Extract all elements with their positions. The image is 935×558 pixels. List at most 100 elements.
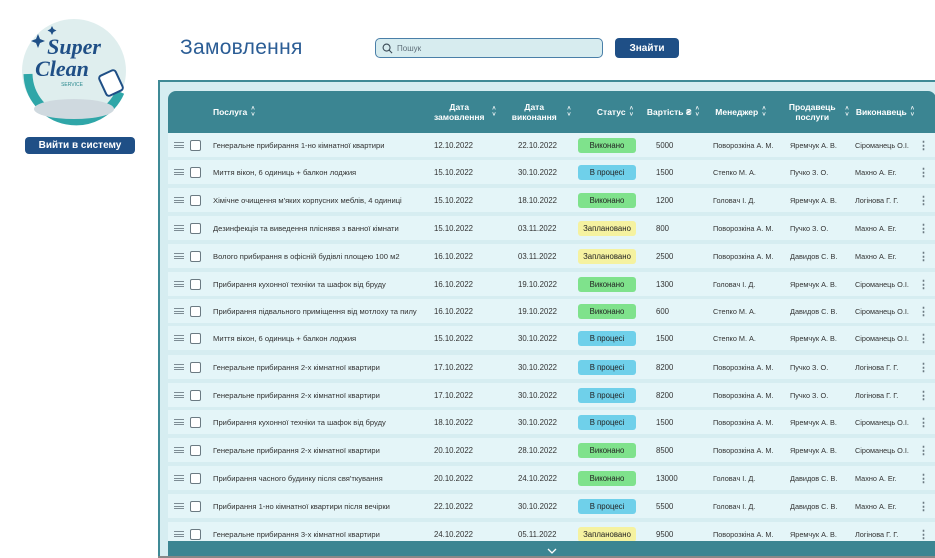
more-options-icon[interactable]: ⋮ xyxy=(918,494,929,518)
column-header-price[interactable]: Вартість ₴ ˄ ˅ xyxy=(643,91,703,133)
drag-handle-icon[interactable] xyxy=(174,438,184,462)
status-badge: В процесі xyxy=(578,414,636,430)
column-header-order-date[interactable]: Дата замовлення ˄ ˅ xyxy=(418,91,508,133)
cell-seller: Давидов С. В. xyxy=(790,473,838,483)
find-button[interactable]: Знайти xyxy=(615,38,679,58)
cell-seller: Яремчук А. В. xyxy=(790,140,837,150)
drag-handle-icon[interactable] xyxy=(174,383,184,407)
row-checkbox[interactable] xyxy=(190,299,201,323)
table-row[interactable]: Волого прибирання в офісній будівлі площ… xyxy=(168,244,935,268)
row-checkbox[interactable] xyxy=(190,160,201,184)
drag-handle-icon[interactable] xyxy=(174,299,184,323)
cell-executor: Махно А. Ег. xyxy=(855,223,897,233)
search-input[interactable] xyxy=(397,43,597,53)
row-checkbox[interactable] xyxy=(190,244,201,268)
sort-icon[interactable]: ˄ ˅ xyxy=(567,106,571,118)
table-row[interactable]: Дезинфекція та виведення пліснявя з ванн… xyxy=(168,216,935,240)
cell-manager: Степко М. А. xyxy=(713,167,756,177)
table-row[interactable]: Генеральне прибирання 2-х кімнатної квар… xyxy=(168,355,935,379)
drag-handle-icon[interactable] xyxy=(174,410,184,434)
status-cell: В процесі xyxy=(578,410,636,434)
row-checkbox[interactable] xyxy=(190,355,201,379)
more-options-icon[interactable]: ⋮ xyxy=(918,133,929,157)
sort-icon[interactable]: ˄ ˅ xyxy=(630,106,634,118)
more-options-icon[interactable]: ⋮ xyxy=(918,299,929,323)
table-row[interactable]: Хімічне очищення м'яких корпусних меблів… xyxy=(168,188,935,212)
cell-seller: Яремчук А. В. xyxy=(790,417,837,427)
row-checkbox[interactable] xyxy=(190,188,201,212)
search-field[interactable] xyxy=(375,38,603,58)
column-header-service[interactable]: Послуга ˄ ˅ xyxy=(213,91,423,133)
cell-manager: Степко М. А. xyxy=(713,306,756,316)
cell-seller: Давидов С. В. xyxy=(790,501,838,511)
column-header-done-date[interactable]: Дата виконання ˄ ˅ xyxy=(496,91,580,133)
cell-service: Генеральне прибирання 2-х кімнатної квар… xyxy=(213,390,380,400)
row-checkbox[interactable] xyxy=(190,410,201,434)
row-checkbox[interactable] xyxy=(190,272,201,296)
table-row[interactable]: Прибирання часного будинку після свя'тку… xyxy=(168,466,935,490)
more-options-icon[interactable]: ⋮ xyxy=(918,438,929,462)
drag-handle-icon[interactable] xyxy=(174,244,184,268)
cell-manager: Поворозкіна А. М. xyxy=(713,223,774,233)
sort-icon[interactable]: ˄ ˅ xyxy=(696,106,700,118)
more-options-icon[interactable]: ⋮ xyxy=(918,272,929,296)
drag-handle-icon[interactable] xyxy=(174,355,184,379)
column-header-label: Продавець послуги xyxy=(788,102,836,122)
drag-handle-icon[interactable] xyxy=(174,494,184,518)
row-checkbox[interactable] xyxy=(190,494,201,518)
table-row[interactable]: Генеральне прибирання 2-х кімнатної квар… xyxy=(168,438,935,462)
more-options-icon[interactable]: ⋮ xyxy=(918,188,929,212)
table-row[interactable]: Прибирання 1-но кімнатної квартири після… xyxy=(168,494,935,518)
row-checkbox[interactable] xyxy=(190,383,201,407)
table-row[interactable]: Миття вікон, 6 одиниць + балкон лоджия 15… xyxy=(168,326,935,350)
drag-handle-icon[interactable] xyxy=(174,466,184,490)
row-checkbox[interactable] xyxy=(190,466,201,490)
cell-price: 1500 xyxy=(656,167,674,177)
more-options-icon[interactable]: ⋮ xyxy=(918,355,929,379)
cell-manager: Поворозкіна А. М. xyxy=(713,417,774,427)
drag-handle-icon[interactable] xyxy=(174,160,184,184)
cell-executor: Сіроманець О.І. xyxy=(855,306,909,316)
more-options-icon[interactable]: ⋮ xyxy=(918,244,929,268)
orders-table-panel: Послуга ˄ ˅ Дата замовлення ˄ ˅ Дата виконання… xyxy=(158,80,935,558)
column-header-status[interactable]: Статус ˄ ˅ xyxy=(580,91,650,133)
more-options-icon[interactable]: ⋮ xyxy=(918,383,929,407)
row-checkbox[interactable] xyxy=(190,438,201,462)
status-badge: Заплановано xyxy=(578,526,636,542)
table-row[interactable]: Прибирання підвального приміщення від мо… xyxy=(168,299,935,323)
column-header-manager[interactable]: Менеджер ˄ ˅ xyxy=(703,91,778,133)
table-row[interactable]: Генеральне прибирання 2-х кімнатної квар… xyxy=(168,383,935,407)
table-row[interactable]: Генеральне прибирання 1-но кімнатної ква… xyxy=(168,133,935,157)
more-options-icon[interactable]: ⋮ xyxy=(918,160,929,184)
table-row[interactable]: Прибирання кухонної техніки та шафок від… xyxy=(168,410,935,434)
sort-icon[interactable]: ˄ ˅ xyxy=(251,106,255,118)
drag-handle-icon[interactable] xyxy=(174,188,184,212)
more-options-icon[interactable]: ⋮ xyxy=(918,216,929,240)
drag-handle-icon[interactable] xyxy=(174,272,184,296)
table-row[interactable]: Миття вікон, 6 одиниць + балкон лоджия 15… xyxy=(168,160,935,184)
row-checkbox[interactable] xyxy=(190,133,201,157)
column-header-executor[interactable]: Виконавець ˄ ˅ xyxy=(852,91,918,133)
more-options-icon[interactable]: ⋮ xyxy=(918,326,929,350)
table-row[interactable]: Прибирання кухонної техніки та шафок від… xyxy=(168,272,935,296)
logo-line2: Clean xyxy=(35,56,89,81)
sort-icon[interactable]: ˄ ˅ xyxy=(762,106,766,118)
column-header-label: Вартість ₴ xyxy=(646,107,692,117)
cell-order-date: 20.10.2022 xyxy=(434,445,474,455)
status-badge: Виконано xyxy=(578,442,636,458)
drag-handle-icon[interactable] xyxy=(174,133,184,157)
status-badge: Виконано xyxy=(578,276,636,292)
cell-service: Миття вікон, 6 одиниць + балкон лоджия xyxy=(213,167,357,177)
drag-handle-icon[interactable] xyxy=(174,326,184,350)
more-options-icon[interactable]: ⋮ xyxy=(918,410,929,434)
more-options-icon[interactable]: ⋮ xyxy=(918,466,929,490)
column-header-seller[interactable]: Продавець послуги ˄ ˅ xyxy=(778,91,854,133)
row-checkbox[interactable] xyxy=(190,216,201,240)
logout-button[interactable]: Вийти в систему xyxy=(25,137,135,154)
sort-icon[interactable]: ˄ ˅ xyxy=(911,106,915,118)
sort-icon[interactable]: ˄ ˅ xyxy=(845,106,849,118)
drag-handle-icon[interactable] xyxy=(174,216,184,240)
super-clean-logo-icon: Super Clean SERVICE xyxy=(22,19,126,126)
cell-order-date: 15.10.2022 xyxy=(434,195,474,205)
row-checkbox[interactable] xyxy=(190,326,201,350)
